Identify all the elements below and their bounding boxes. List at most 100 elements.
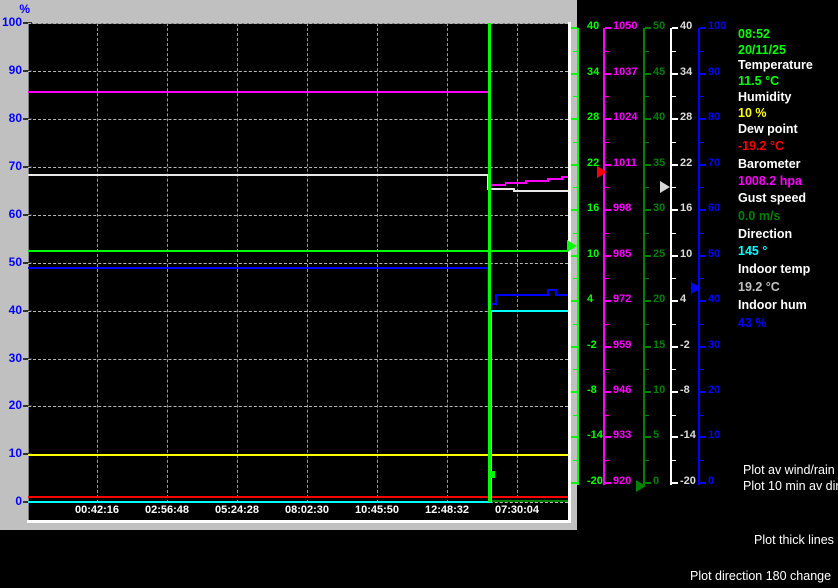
option-plot-direction-180-change[interactable]: Plot direction 180 change — [690, 569, 831, 583]
indoor-humidity-scale-tick — [700, 346, 706, 348]
temperature-scale-label: 40 — [587, 20, 600, 32]
indoor-temp-scale-minor-tick — [672, 51, 676, 52]
indoor-humidity-scale-minor-tick — [700, 187, 704, 188]
wind-speed-scale-tick — [645, 300, 651, 302]
indoor-humidity-scale-label: 80 — [708, 111, 721, 123]
humidity-label: Humidity — [738, 90, 792, 104]
indoor-humidity-scale-minor-tick — [700, 369, 704, 370]
indoor-temp-scale-tick — [672, 391, 678, 393]
indoor-humidity-scale-tick — [700, 436, 706, 438]
indoor-temp-scale-minor-tick — [672, 278, 676, 279]
temperature-scale-label: 16 — [587, 202, 600, 214]
direction-value: 145 ° — [738, 244, 768, 258]
indoor-temp-scale-label: 4 — [680, 293, 687, 305]
option-plot-10-min-av-dir[interactable]: Plot 10 min av dir — [743, 479, 838, 493]
humidity-value: 10 % — [738, 106, 767, 120]
indoor-hum-value: 43 % — [738, 316, 767, 330]
indoor-temp-scale-label: -2 — [680, 339, 690, 351]
indoor-humidity-scale-label: 90 — [708, 66, 721, 78]
temperature-scale-label: 10 — [587, 248, 600, 260]
temperature-scale-label: 28 — [587, 111, 600, 123]
indoor-humidity-scale-minor-tick — [700, 233, 704, 234]
wind-speed-scale-minor-tick — [645, 187, 649, 188]
wind-speed-scale-minor-tick — [645, 460, 649, 461]
indoor-temp-scale-line — [670, 28, 672, 485]
indoor-temp-scale-label: 16 — [680, 202, 693, 214]
gust-speed-value: 0.0 m/s — [738, 209, 781, 223]
indoor-temp-scale-minor-tick — [672, 187, 676, 188]
indoor-temp-scale-tick — [672, 300, 678, 302]
indoor-temp-scale-tick — [672, 209, 678, 211]
indoor-humidity-scale-tick — [700, 255, 706, 257]
barometer-scale-label: 933 — [613, 429, 632, 441]
indoor-humidity-scale-label: 0 — [708, 475, 715, 487]
wind-speed-scale-label: 40 — [653, 111, 666, 123]
gust-speed-label: Gust speed — [738, 191, 807, 205]
barometer-scale-tick — [605, 436, 611, 438]
wind-speed-scale-label: 10 — [653, 384, 666, 396]
temperature-scale-label: 34 — [587, 66, 600, 78]
barometer-scale-minor-tick — [605, 187, 609, 188]
wind-speed-scale-label: 35 — [653, 157, 666, 169]
wind-speed-scale-tick — [645, 482, 651, 484]
indoor-humidity-scale-minor-tick — [700, 96, 704, 97]
option-plot-av-wind-rain[interactable]: Plot av wind/rain — [743, 463, 835, 477]
percent-axis-unit: % — [19, 2, 30, 16]
plot-border — [27, 520, 571, 523]
indoor-humidity-scale-tick — [700, 482, 706, 484]
indoor-humidity-scale-tick — [700, 391, 706, 393]
barometer-scale-label: 1024 — [613, 111, 638, 123]
indoor-temp-scale-tick — [672, 482, 678, 484]
indoor-humidity-scale-label: 100 — [708, 20, 727, 32]
indoor-humidity-scale-label: 30 — [708, 339, 721, 351]
temperature-scale-label: 22 — [587, 157, 600, 169]
barometer-scale-tick — [605, 482, 611, 484]
indoor-humidity-scale-minor-tick — [700, 51, 704, 52]
weather-plot-window: % 100 90 80 70 60 50 40 30 20 10 0 00:42:16 02:56:48… — [0, 0, 838, 588]
indoor-temp-scale-tick — [672, 164, 678, 166]
wind-speed-scale-tick — [645, 209, 651, 211]
wind-speed-scale-label: 45 — [653, 66, 666, 78]
indoor-humidity-scale-label: 10 — [708, 429, 721, 441]
barometer-scale-label: 998 — [613, 202, 632, 214]
barometer-marker — [597, 166, 607, 178]
barometer-scale-tick — [605, 164, 611, 166]
indoor-humidity-scale-tick — [700, 209, 706, 211]
wind-speed-scale-tick — [645, 391, 651, 393]
indoor-humidity-scale-tick — [700, 27, 706, 29]
indoor-temp-scale-label: 22 — [680, 157, 693, 169]
indoor-humidity-scale-line — [698, 28, 700, 485]
barometer-scale-minor-tick — [605, 415, 609, 416]
indoor-temp-scale-minor-tick — [672, 324, 676, 325]
barometer-scale-minor-tick — [605, 142, 609, 143]
wind-speed-scale-label: 15 — [653, 339, 666, 351]
indoor-hum-label: Indoor hum — [738, 298, 807, 312]
barometer-label: Barometer — [738, 157, 801, 171]
indoor-humidity-scale-label: 50 — [708, 248, 721, 260]
barometer-scale-label: 985 — [613, 248, 632, 260]
indoor-humidity-scale-tick — [700, 300, 706, 302]
barometer-scale-tick — [605, 73, 611, 75]
wind-speed-scale-tick — [645, 27, 651, 29]
wind-speed-scale-label: 50 — [653, 20, 666, 32]
barometer-scale-tick — [605, 209, 611, 211]
wind-speed-scale-tick — [645, 436, 651, 438]
indoor-humidity-scale-minor-tick — [700, 415, 704, 416]
barometer-scale-tick — [605, 27, 611, 29]
indoor-temp-scale-minor-tick — [672, 233, 676, 234]
barometer-scale-label: 1037 — [613, 66, 638, 78]
indoor-temp-scale-label: 34 — [680, 66, 693, 78]
option-plot-thick-lines[interactable]: Plot thick lines — [754, 533, 834, 547]
indoor-temp-scale-label: -8 — [680, 384, 690, 396]
temperature-value: 11.5 °C — [738, 74, 780, 88]
barometer-scale-label: 946 — [613, 384, 632, 396]
wind-speed-scale-minor-tick — [645, 415, 649, 416]
dew-point-value: -19.2 °C — [738, 139, 784, 153]
indoor-temp-scale-label: 40 — [680, 20, 693, 32]
temperature-scale-label: -20 — [587, 475, 603, 487]
barometer-scale-minor-tick — [605, 460, 609, 461]
indoor-humidity-marker — [691, 282, 701, 294]
temperature-scale-label: 4 — [587, 293, 594, 305]
barometer-scale-tick — [605, 346, 611, 348]
barometer-scale-minor-tick — [605, 233, 609, 234]
